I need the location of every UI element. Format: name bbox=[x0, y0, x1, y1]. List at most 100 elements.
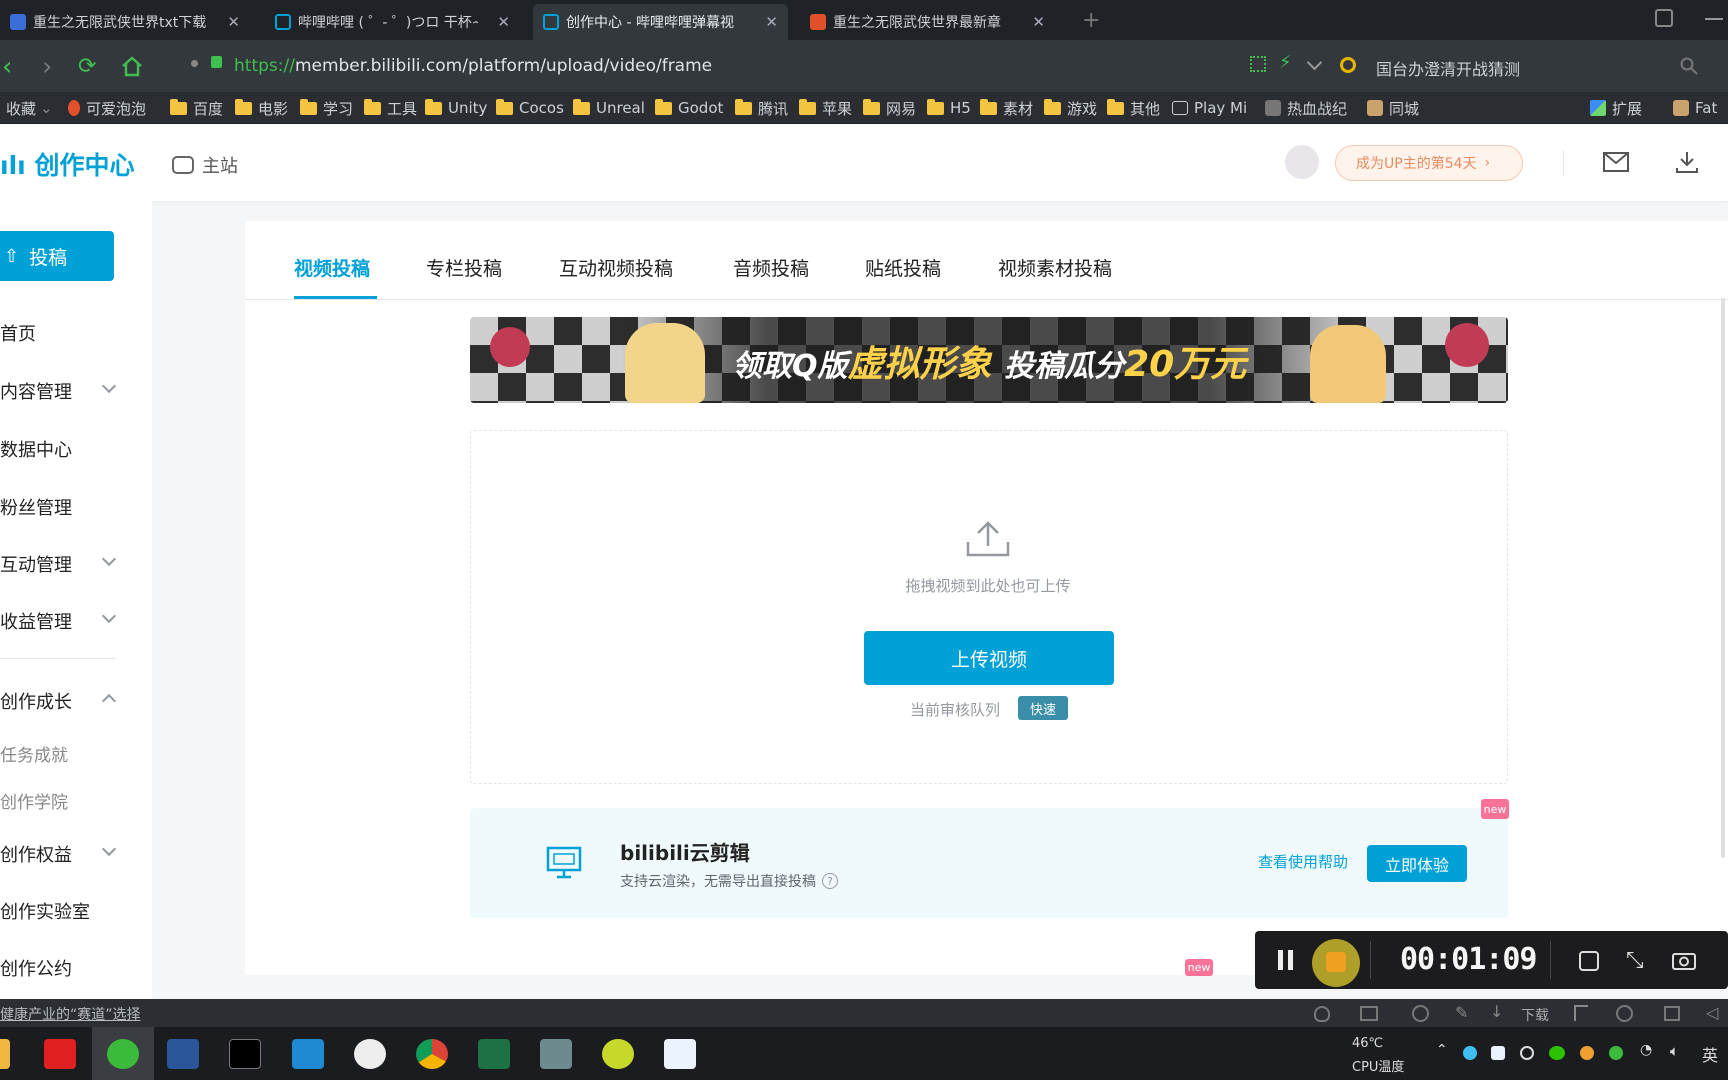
browser-tab-2[interactable]: 哔哩哔哩 ( ゜- ゜)つロ 干杯~ ✕ bbox=[265, 4, 520, 40]
music-app-icon[interactable] bbox=[602, 1039, 634, 1069]
sidebar-item-rights[interactable]: 创作权益 bbox=[0, 841, 72, 867]
bookmark-folder[interactable]: 素材 bbox=[980, 96, 1033, 120]
camera-icon[interactable] bbox=[1672, 950, 1696, 970]
sidebar-item-convention[interactable]: 创作公约 bbox=[0, 955, 72, 981]
word-icon[interactable] bbox=[167, 1039, 199, 1069]
bookmark-folder[interactable]: Unity bbox=[425, 96, 487, 120]
status-news-link[interactable]: 健康产业的“赛道”选择 bbox=[0, 1004, 141, 1024]
bookmark-item[interactable]: 热血战纪 bbox=[1265, 96, 1363, 120]
screenshot-region-icon[interactable] bbox=[1579, 951, 1599, 971]
globe-icon[interactable] bbox=[1616, 1005, 1633, 1022]
close-tab-icon[interactable]: ✕ bbox=[765, 13, 778, 31]
tab-audio-upload[interactable]: 音频投稿 bbox=[733, 254, 809, 281]
bookmark-folder[interactable]: 百度 bbox=[170, 96, 223, 120]
bookmark-folder[interactable]: 电影 bbox=[235, 96, 288, 120]
excel-icon[interactable] bbox=[478, 1039, 510, 1069]
tray-app-icon[interactable] bbox=[1580, 1046, 1594, 1060]
sidebar-item-data[interactable]: 数据中心 bbox=[0, 436, 72, 462]
sidebar-item-home[interactable]: 首页 bbox=[0, 320, 36, 346]
bookmark-folder[interactable]: Unreal bbox=[573, 96, 645, 120]
wifi-icon[interactable]: ◔ bbox=[1640, 1042, 1652, 1058]
help-icon[interactable]: ? bbox=[822, 873, 838, 889]
flag-icon[interactable] bbox=[1574, 1005, 1588, 1021]
new-tab-icon[interactable]: + bbox=[1082, 8, 1100, 33]
bookmark-folder[interactable]: Cocos bbox=[496, 96, 564, 120]
tray-app-icon[interactable] bbox=[1520, 1046, 1534, 1060]
speaker-icon[interactable]: ◁ bbox=[1706, 1003, 1718, 1022]
bookmark-folder[interactable]: 苹果 bbox=[799, 96, 852, 120]
sidebar-item-fans[interactable]: 粉丝管理 bbox=[0, 494, 72, 520]
bookmark-folder[interactable]: H5 bbox=[927, 96, 971, 120]
bookmark-folder[interactable]: 工具 bbox=[364, 96, 417, 120]
bookmark-favorites[interactable]: 收藏 ⌄ bbox=[6, 96, 53, 120]
browser-tab-3-active[interactable]: 创作中心 - 哔哩哔哩弹幕视 ✕ bbox=[533, 4, 788, 40]
sidebar-item-interaction[interactable]: 互动管理 bbox=[0, 551, 72, 577]
reload-icon[interactable]: ⟳ bbox=[78, 54, 96, 79]
close-tab-icon[interactable]: ✕ bbox=[497, 13, 510, 31]
speed-icon[interactable] bbox=[1412, 1005, 1429, 1022]
tray-chevron-up-icon[interactable]: ⌃ bbox=[1436, 1042, 1448, 1058]
main-site-link[interactable]: 主站 bbox=[172, 152, 238, 178]
browser-tab-4[interactable]: 重生之无限武侠世界最新章 ✕ bbox=[800, 4, 1055, 40]
home-icon[interactable] bbox=[121, 55, 143, 77]
bookmark-item[interactable]: 可爱泡泡 bbox=[68, 96, 146, 120]
wechat-icon[interactable] bbox=[1549, 1046, 1565, 1060]
bookmark-item[interactable]: Fat bbox=[1673, 96, 1728, 120]
window-icon[interactable] bbox=[1664, 1006, 1680, 1021]
tray-netdisk-icon[interactable] bbox=[1491, 1046, 1505, 1060]
vscode-icon[interactable] bbox=[292, 1039, 324, 1069]
download-icon[interactable] bbox=[1675, 150, 1699, 174]
search-engine-icon[interactable] bbox=[1340, 57, 1356, 73]
inkscape-icon[interactable] bbox=[354, 1039, 386, 1069]
bookmark-folder[interactable]: Godot bbox=[655, 96, 723, 120]
bookmark-folder[interactable]: 游戏 bbox=[1044, 96, 1097, 120]
bookmark-folder[interactable]: 网易 bbox=[863, 96, 916, 120]
sidebar-item-lab[interactable]: 创作实验室 bbox=[0, 898, 90, 924]
tray-app-icon[interactable] bbox=[1463, 1046, 1477, 1060]
tab-interactive-upload[interactable]: 互动视频投稿 bbox=[559, 254, 673, 281]
notes-app-icon[interactable] bbox=[540, 1039, 572, 1069]
baidu-netdisk-icon[interactable] bbox=[664, 1039, 696, 1069]
page-scrollbar[interactable] bbox=[1721, 298, 1725, 858]
minimize-icon[interactable] bbox=[1705, 18, 1723, 20]
bookmark-folder[interactable]: 腾讯 bbox=[735, 96, 788, 120]
tab-material-upload[interactable]: 视频素材投稿 bbox=[998, 254, 1112, 281]
bookmark-item[interactable]: 同城 bbox=[1367, 96, 1419, 120]
qr-code-icon[interactable] bbox=[1250, 56, 1266, 72]
promo-banner[interactable]: 领取Q版虚拟形象 投稿瓜分20万元 bbox=[470, 317, 1508, 403]
address-bar[interactable]: https://member.bilibili.com/platform/upl… bbox=[185, 50, 1360, 82]
file-explorer-icon[interactable] bbox=[0, 1039, 10, 1069]
video-drop-zone[interactable] bbox=[470, 430, 1508, 784]
stop-icon[interactable] bbox=[1326, 952, 1346, 972]
sidebar-item-academy[interactable]: 创作学院 bbox=[0, 788, 68, 813]
up-days-badge[interactable]: 成为UP主的第54天 › bbox=[1335, 145, 1523, 181]
avatar[interactable] bbox=[1285, 145, 1319, 179]
download-label[interactable]: 下载 bbox=[1521, 1005, 1549, 1025]
image-icon[interactable] bbox=[1360, 1006, 1378, 1021]
creator-center-logo[interactable]: ılı 创作中心 bbox=[0, 146, 134, 182]
sidebar-item-growth[interactable]: 创作成长 bbox=[0, 688, 72, 714]
browser-app-icon[interactable] bbox=[107, 1039, 139, 1069]
search-suggestion[interactable]: 国台办澄清开战猜测 bbox=[1376, 56, 1520, 80]
upload-video-button[interactable]: 上传视频 bbox=[864, 631, 1114, 685]
sidebar-item-content[interactable]: 内容管理 bbox=[0, 378, 72, 404]
pause-icon[interactable] bbox=[1278, 950, 1298, 970]
volume-icon[interactable]: 🔈︎ bbox=[1670, 1042, 1679, 1060]
close-tab-icon[interactable]: ✕ bbox=[227, 13, 240, 31]
youdao-dictionary-icon[interactable] bbox=[44, 1039, 76, 1069]
terminal-icon[interactable] bbox=[229, 1039, 261, 1069]
tab-sticker-upload[interactable]: 贴纸投稿 bbox=[865, 254, 941, 281]
sidebar-item-income[interactable]: 收益管理 bbox=[0, 608, 72, 634]
forward-icon[interactable]: › bbox=[42, 52, 52, 82]
back-icon[interactable]: ‹ bbox=[2, 52, 12, 82]
cloud-help-link[interactable]: 查看使用帮助 bbox=[1258, 851, 1348, 872]
bookmark-folder[interactable]: 学习 bbox=[300, 96, 353, 120]
tab-article-upload[interactable]: 专栏投稿 bbox=[426, 254, 502, 281]
tab-video-upload[interactable]: 视频投稿 bbox=[294, 254, 370, 281]
try-now-button[interactable]: 立即体验 bbox=[1367, 845, 1467, 882]
shield-icon[interactable] bbox=[1314, 1006, 1330, 1022]
upload-entry-button[interactable]: ⇧ 投稿 bbox=[0, 231, 114, 281]
sidebar-item-tasks[interactable]: 任务成就 bbox=[0, 741, 68, 766]
shrink-icon[interactable]: ⤡ bbox=[1626, 948, 1644, 973]
bookmark-folder[interactable]: 其他 bbox=[1107, 96, 1160, 120]
